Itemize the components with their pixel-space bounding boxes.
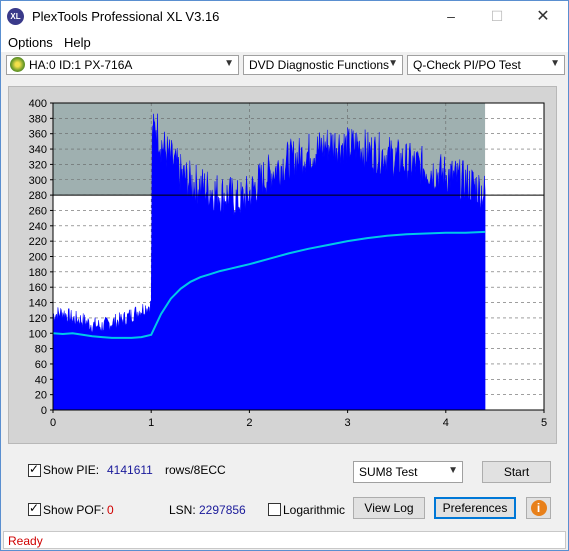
x-tick-label: 0 <box>50 417 56 429</box>
menu-options[interactable]: Options <box>8 35 53 50</box>
y-tick-label: 0 <box>41 405 47 417</box>
function-select-value: DVD Diagnostic Functions <box>249 58 390 72</box>
view-log-button[interactable]: View Log <box>353 497 425 519</box>
y-tick-label: 300 <box>29 175 47 187</box>
function-select[interactable]: DVD Diagnostic Functions ▼ <box>243 55 403 75</box>
minimize-button[interactable]: – <box>428 1 474 32</box>
info-icon: i <box>530 500 547 516</box>
window-title: PlexTools Professional XL V3.16 <box>32 9 220 24</box>
app-window: XL PlexTools Professional XL V3.16 – ☐ ✕… <box>0 0 569 551</box>
x-tick-label: 1 <box>148 417 154 429</box>
x-tick-label: 2 <box>246 417 252 429</box>
show-pie-label: Show PIE: <box>43 463 100 477</box>
drive-disc-icon <box>10 57 25 72</box>
pie-value: 4141611 <box>107 463 153 477</box>
y-tick-label: 340 <box>29 144 47 156</box>
y-tick-label: 60 <box>35 359 47 371</box>
start-button[interactable]: Start <box>482 461 551 483</box>
drive-select[interactable]: HA:0 ID:1 PX-716A ▼ <box>6 55 239 75</box>
show-pof-label: Show POF: <box>43 503 105 517</box>
lsn-label: LSN: <box>169 503 196 517</box>
title-bar: XL PlexTools Professional XL V3.16 – ☐ ✕ <box>1 1 568 32</box>
preferences-button[interactable]: Preferences <box>434 497 516 519</box>
y-tick-label: 140 <box>29 298 47 310</box>
show-pie-checkbox[interactable] <box>28 462 41 477</box>
y-tick-label: 360 <box>29 129 47 141</box>
logarithmic-checkbox[interactable] <box>268 503 281 516</box>
info-button[interactable]: i <box>526 497 551 519</box>
x-tick-label: 4 <box>443 417 449 429</box>
y-tick-label: 280 <box>29 190 47 202</box>
y-tick-label: 240 <box>29 221 47 233</box>
y-tick-label: 200 <box>29 252 47 264</box>
sum-test-value: SUM8 Test <box>359 465 418 479</box>
maximize-button[interactable]: ☐ <box>474 1 520 32</box>
chevron-down-icon: ▼ <box>550 58 560 69</box>
status-bar: Ready <box>3 531 566 549</box>
chevron-down-icon: ▼ <box>388 58 398 69</box>
control-panel: Show PIE: 4141611 rows/8ECC Show POF: 0 … <box>13 453 557 525</box>
y-tick-label: 260 <box>29 205 47 217</box>
x-tick-label: 3 <box>345 417 351 429</box>
x-tick-label: 5 <box>541 417 547 429</box>
y-tick-label: 160 <box>29 282 47 294</box>
y-tick-label: 400 <box>29 98 47 110</box>
y-tick-label: 380 <box>29 113 47 125</box>
sum-test-select[interactable]: SUM8 Test ▼ <box>353 461 463 483</box>
menu-bar: Options Help <box>1 32 568 52</box>
y-tick-label: 80 <box>35 344 47 356</box>
show-pof-checkbox[interactable] <box>28 501 41 516</box>
y-tick-label: 20 <box>35 390 47 402</box>
logarithmic-label: Logarithmic <box>283 503 346 517</box>
y-tick-label: 120 <box>29 313 47 325</box>
chevron-down-icon: ▼ <box>448 465 458 476</box>
menu-help[interactable]: Help <box>64 35 91 50</box>
test-select[interactable]: Q-Check PI/PO Test ▼ <box>407 55 565 75</box>
close-button[interactable]: ✕ <box>520 1 566 32</box>
y-tick-label: 180 <box>29 267 47 279</box>
lsn-value: 2297856 <box>199 503 246 517</box>
pi-po-chart: 0204060801001201401601802002202402602803… <box>29 98 547 429</box>
status-text: Ready <box>8 534 43 548</box>
y-tick-label: 40 <box>35 374 47 386</box>
test-select-value: Q-Check PI/PO Test <box>413 58 521 72</box>
y-tick-label: 100 <box>29 328 47 340</box>
app-logo-icon: XL <box>7 8 24 25</box>
y-tick-label: 220 <box>29 236 47 248</box>
chart-frame: 0 20 40 60 80 100 120 140 160 180 200 220 240 260 280 3… <box>8 86 557 444</box>
y-tick-label: 320 <box>29 159 47 171</box>
pof-value: 0 <box>107 503 114 517</box>
chevron-down-icon: ▼ <box>224 58 234 69</box>
drive-select-value: HA:0 ID:1 PX-716A <box>29 58 133 72</box>
pie-unit: rows/8ECC <box>165 463 226 477</box>
